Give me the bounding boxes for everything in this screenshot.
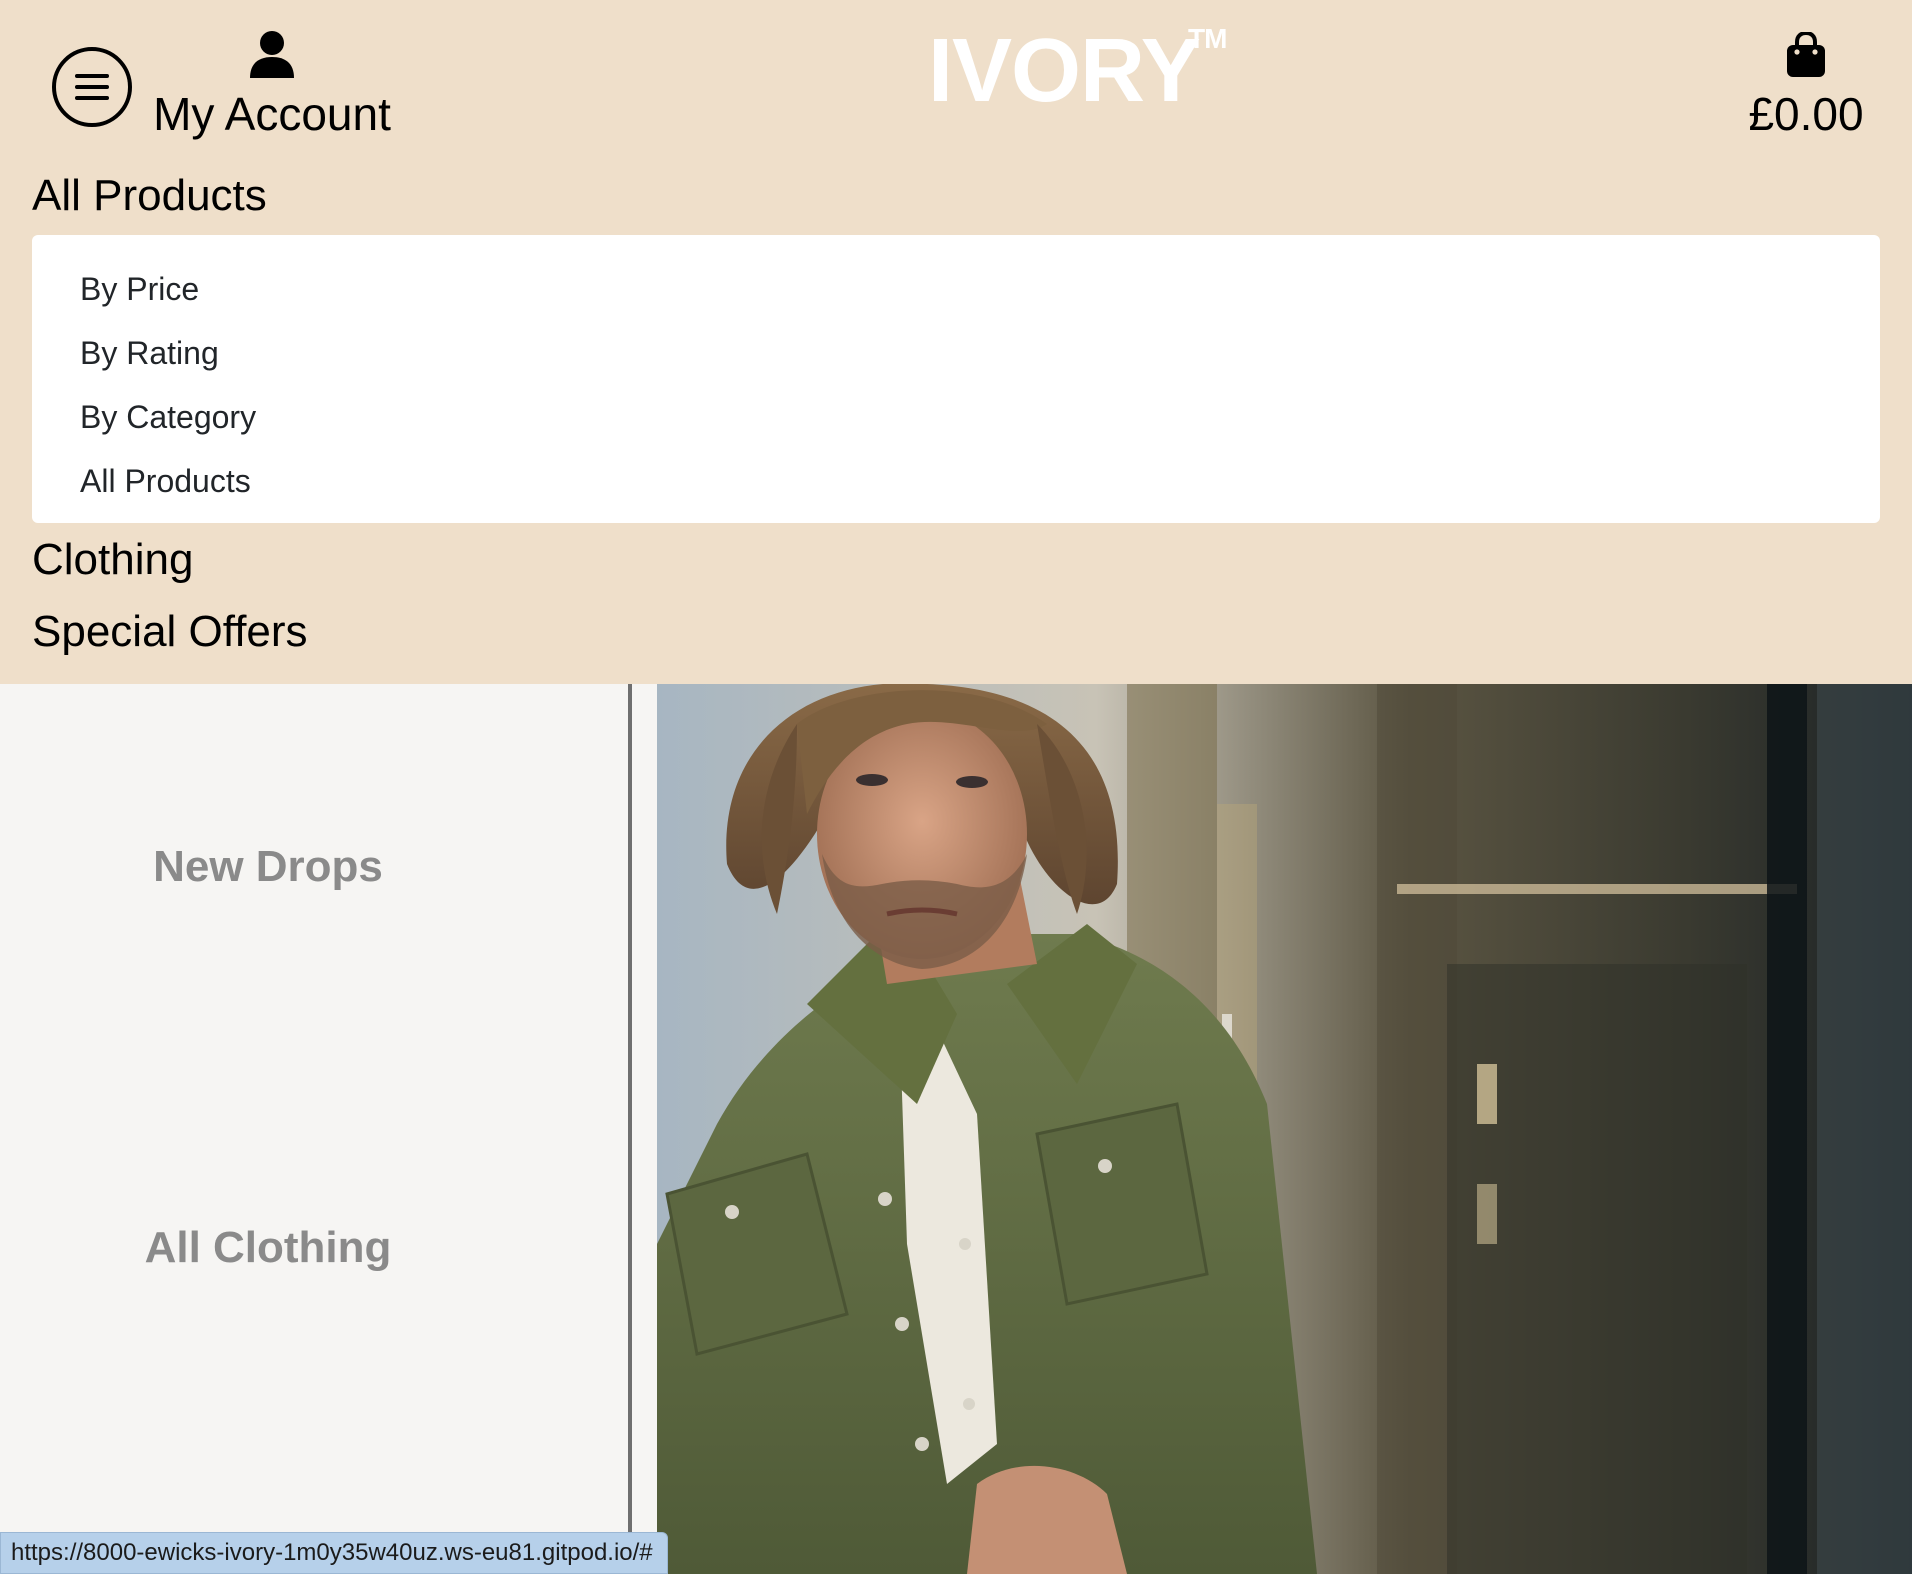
dropdown-item-by-category[interactable]: By Category <box>32 385 1880 449</box>
site-header: My Account IVORY TM £0.00 All Products B… <box>0 0 1912 684</box>
hero-photo <box>657 684 1912 1574</box>
bag-total: £0.00 <box>1748 88 1864 140</box>
site-logo[interactable]: IVORY TM <box>928 16 1227 126</box>
dropdown-item-all-products[interactable]: All Products <box>32 449 1880 513</box>
user-icon <box>250 31 294 78</box>
all-clothing-link[interactable]: All Clothing <box>0 1221 536 1275</box>
nav-all-products[interactable]: All Products <box>32 169 267 223</box>
menu-toggle-button[interactable] <box>52 47 132 127</box>
hero-image <box>657 684 1912 1574</box>
shopping-bag-icon <box>1787 32 1825 77</box>
logo-text: IVORY <box>928 21 1201 121</box>
my-account-link[interactable]: My Account <box>152 30 392 142</box>
shopping-bag-link[interactable]: £0.00 <box>1736 32 1876 142</box>
dropdown-item-by-rating[interactable]: By Rating <box>32 321 1880 385</box>
side-panel: New Drops All Clothing <box>0 684 632 1574</box>
nav-clothing[interactable]: Clothing <box>32 533 193 587</box>
browser-status-url: https://8000-ewicks-ivory-1m0y35w40uz.ws… <box>0 1532 668 1574</box>
my-account-label: My Account <box>153 88 391 140</box>
nav-special-offers[interactable]: Special Offers <box>32 605 308 659</box>
logo-trademark: TM <box>1188 23 1227 54</box>
new-drops-link[interactable]: New Drops <box>0 840 536 894</box>
all-products-dropdown: By Price By Rating By Category All Produ… <box>32 235 1880 523</box>
dropdown-item-by-price[interactable]: By Price <box>32 257 1880 321</box>
hamburger-icon <box>75 74 109 100</box>
